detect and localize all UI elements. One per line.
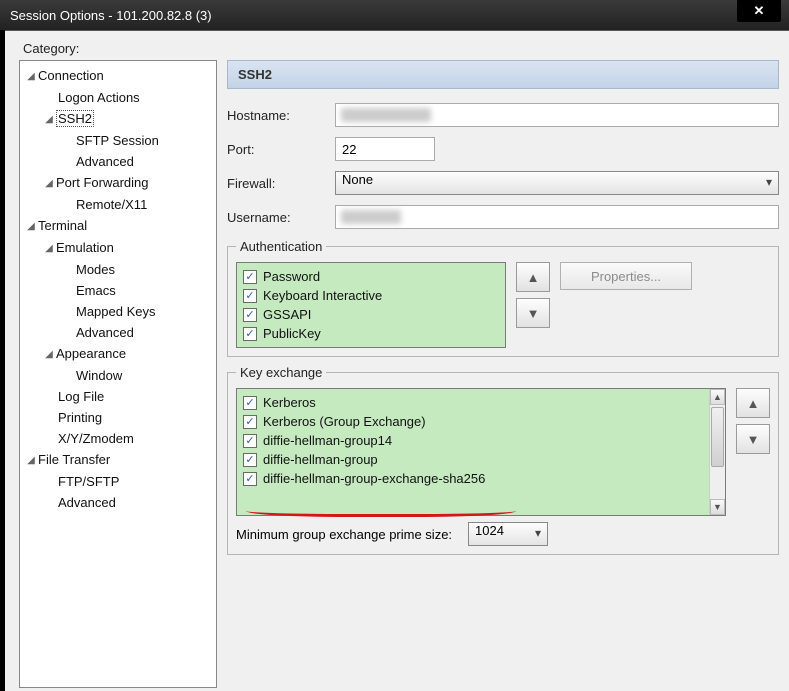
checkbox-icon[interactable]: ✓ — [243, 415, 257, 429]
checkbox-icon[interactable]: ✓ — [243, 453, 257, 467]
username-input[interactable] — [335, 205, 779, 229]
tree-toggle-port-forwarding[interactable]: ◢ — [44, 173, 54, 194]
scroll-down-button[interactable]: ▼ — [710, 499, 725, 515]
tree-item-appearance[interactable]: Appearance — [56, 346, 126, 361]
checkbox-icon[interactable]: ✓ — [243, 308, 257, 322]
triangle-up-icon: ▲ — [527, 270, 540, 285]
tree-item-mapped-keys[interactable]: Mapped Keys — [62, 301, 156, 322]
port-label: Port: — [227, 142, 327, 157]
tree-item-connection[interactable]: Connection — [38, 68, 104, 83]
checkbox-icon[interactable]: ✓ — [243, 472, 257, 486]
auth-move-down-button[interactable]: ▼ — [516, 298, 550, 328]
auth-item-label: PublicKey — [263, 326, 321, 341]
checkbox-icon[interactable]: ✓ — [243, 289, 257, 303]
kex-move-down-button[interactable]: ▼ — [736, 424, 770, 454]
tree-item-xyzmodem[interactable]: X/Y/Zmodem — [44, 428, 134, 449]
kex-item[interactable]: ✓ diffie-hellman-group14 — [241, 431, 703, 450]
tree-item-remote-x11[interactable]: Remote/X11 — [62, 194, 147, 215]
checkbox-icon[interactable]: ✓ — [243, 327, 257, 341]
firewall-label: Firewall: — [227, 176, 327, 191]
triangle-down-icon: ▼ — [747, 432, 760, 447]
key-exchange-group: Key exchange ✓ Kerberos ✓ Kerberos (Group E… — [227, 365, 779, 555]
settings-panel: SSH2 Hostname: Port: Firewall: None Us — [227, 60, 779, 688]
firewall-select[interactable]: None — [335, 171, 779, 195]
key-exchange-legend: Key exchange — [236, 365, 326, 380]
category-tree: ◢Connection Logon Actions ◢SSH2 SFTP Ses… — [24, 65, 214, 513]
scroll-up-button[interactable]: ▲ — [710, 389, 725, 405]
category-label: Category: — [23, 41, 779, 56]
tree-item-terminal[interactable]: Terminal — [38, 218, 87, 233]
category-tree-panel: ◢Connection Logon Actions ◢SSH2 SFTP Ses… — [19, 60, 217, 688]
kex-item-label: Kerberos (Group Exchange) — [263, 414, 426, 429]
tree-toggle-terminal[interactable]: ◢ — [26, 216, 36, 237]
tree-item-ssh2[interactable]: SSH2 — [56, 110, 94, 127]
kex-item[interactable]: ✓ Kerberos (Group Exchange) — [241, 412, 703, 431]
tree-item-log-file[interactable]: Log File — [44, 386, 104, 407]
tree-item-modes[interactable]: Modes — [62, 259, 115, 280]
kex-item-label: diffie-hellman-group14 — [263, 433, 392, 448]
auth-item-label: Password — [263, 269, 320, 284]
tree-item-printing[interactable]: Printing — [44, 407, 102, 428]
min-prime-label: Minimum group exchange prime size: — [236, 527, 452, 542]
close-button[interactable]: ✕ — [737, 0, 781, 22]
section-header: SSH2 — [227, 60, 779, 89]
firewall-value: None — [342, 172, 373, 187]
kex-item[interactable]: ✓ diffie-hellman-group-exchange-sha256 — [241, 469, 703, 488]
authentication-listbox[interactable]: ✓ Password ✓ Keyboard Interactive ✓ GSSAPI ✓ Pu… — [236, 262, 506, 348]
tree-toggle-connection[interactable]: ◢ — [26, 66, 36, 87]
kex-item[interactable]: ✓ diffie-hellman-group — [241, 450, 703, 469]
tree-item-window[interactable]: Window — [62, 365, 122, 386]
hostname-label: Hostname: — [227, 108, 327, 123]
window-title: Session Options - 101.200.82.8 (3) — [10, 8, 212, 23]
tree-toggle-appearance[interactable]: ◢ — [44, 344, 54, 365]
min-prime-select[interactable]: 1024 — [468, 522, 548, 546]
titlebar: Session Options - 101.200.82.8 (3) ✕ — [0, 0, 789, 30]
tree-item-ftp-sftp[interactable]: FTP/SFTP — [44, 471, 119, 492]
scroll-thumb[interactable] — [711, 407, 724, 467]
auth-item[interactable]: ✓ Password — [241, 267, 501, 286]
triangle-down-icon: ▼ — [527, 306, 540, 321]
key-exchange-listbox[interactable]: ✓ Kerberos ✓ Kerberos (Group Exchange) ✓ diff… — [236, 388, 726, 516]
username-label: Username: — [227, 210, 327, 225]
checkbox-icon[interactable]: ✓ — [243, 434, 257, 448]
authentication-group: Authentication ✓ Password ✓ Keyboard Intera… — [227, 239, 779, 357]
tree-toggle-file-transfer[interactable]: ◢ — [26, 450, 36, 471]
tree-toggle-emulation[interactable]: ◢ — [44, 238, 54, 259]
tree-item-file-transfer[interactable]: File Transfer — [38, 452, 110, 467]
tree-item-port-forwarding[interactable]: Port Forwarding — [56, 175, 148, 190]
checkbox-icon[interactable]: ✓ — [243, 396, 257, 410]
auth-item[interactable]: ✓ GSSAPI — [241, 305, 501, 324]
redacted-hostname — [341, 108, 431, 122]
window-body: Category: ◢Connection Logon Actions ◢SSH… — [5, 30, 789, 691]
min-prime-value: 1024 — [475, 523, 504, 538]
close-icon: ✕ — [754, 3, 765, 19]
properties-button[interactable]: Properties... — [560, 262, 692, 290]
redacted-username — [341, 210, 401, 224]
kex-item-label: diffie-hellman-group-exchange-sha256 — [263, 471, 485, 486]
auth-item-label: GSSAPI — [263, 307, 311, 322]
tree-item-ssh2-advanced[interactable]: Advanced — [62, 151, 134, 172]
auth-item[interactable]: ✓ PublicKey — [241, 324, 501, 343]
auth-item-label: Keyboard Interactive — [263, 288, 382, 303]
tree-toggle-ssh2[interactable]: ◢ — [44, 109, 54, 130]
triangle-up-icon: ▲ — [747, 396, 760, 411]
tree-item-emacs[interactable]: Emacs — [62, 280, 116, 301]
kex-item[interactable]: ✓ Kerberos — [241, 393, 703, 412]
kex-scrollbar[interactable]: ▲ ▼ — [709, 389, 725, 515]
tree-item-ft-advanced[interactable]: Advanced — [44, 492, 116, 513]
tree-item-sftp-session[interactable]: SFTP Session — [62, 130, 159, 151]
auth-item[interactable]: ✓ Keyboard Interactive — [241, 286, 501, 305]
tree-item-emulation[interactable]: Emulation — [56, 240, 114, 255]
port-input[interactable] — [335, 137, 435, 161]
auth-move-up-button[interactable]: ▲ — [516, 262, 550, 292]
kex-item-label: diffie-hellman-group — [263, 452, 378, 467]
tree-item-logon-actions[interactable]: Logon Actions — [44, 87, 140, 108]
kex-move-up-button[interactable]: ▲ — [736, 388, 770, 418]
checkbox-icon[interactable]: ✓ — [243, 270, 257, 284]
kex-item-label: Kerberos — [263, 395, 316, 410]
authentication-legend: Authentication — [236, 239, 326, 254]
tree-item-emu-advanced[interactable]: Advanced — [62, 322, 134, 343]
